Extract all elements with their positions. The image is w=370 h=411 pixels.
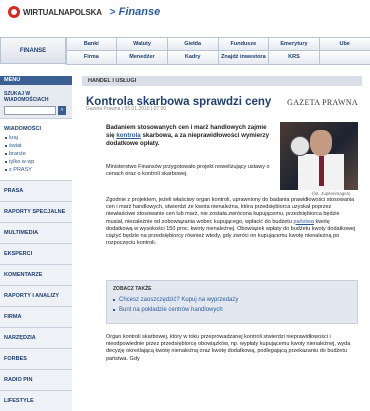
- source-logo[interactable]: GAZETA PRAWNA: [287, 98, 358, 107]
- menu-header: MENU: [0, 76, 72, 85]
- keyword-link[interactable]: kontrola: [116, 132, 140, 139]
- nav-grid: Banki Waluty Giełda Fundusze Emerytury U…: [65, 36, 370, 65]
- sidebar-item-swiat[interactable]: świat: [0, 142, 72, 150]
- see-also-box: ZOBACZ TAKŻE Chcesz zaoszczędzić? Kupuj …: [106, 280, 358, 324]
- site-logo[interactable]: WIRTUALNAPOLSKA > Finanse: [8, 6, 160, 18]
- sidebar-link-raporty-analizy[interactable]: RAPORTY I ANALIZY: [0, 285, 72, 306]
- search-label: SZUKAJ W WIADOMOŚCIACH: [4, 91, 49, 103]
- sidebar-link-komentarze[interactable]: KOMENTARZE: [0, 264, 72, 285]
- sidebar-link-raporty-specjalne[interactable]: RAPORTY SPECJALNE: [0, 201, 72, 222]
- nav-firma[interactable]: Firma: [65, 50, 118, 65]
- see-also-link[interactable]: Bunt na pokładzie centrów handlowych: [107, 305, 357, 315]
- brand-name: WIRTUALNAPOLSKA: [23, 7, 102, 17]
- article-paragraph: Organ kontroli skarbowej, który w toku p…: [106, 334, 351, 362]
- top-header: WIRTUALNAPOLSKA > Finanse: [0, 0, 370, 30]
- search-input[interactable]: [4, 106, 56, 115]
- nav-empty: [318, 50, 370, 65]
- sidebar-item-tylko-w-wp[interactable]: tylko w wp: [0, 158, 72, 166]
- section-title[interactable]: Finanse: [119, 6, 161, 18]
- keyword-link[interactable]: państwa: [293, 219, 314, 225]
- see-also-link[interactable]: Chcesz zaoszczędzić? Kupuj na wyprzedaży: [107, 295, 357, 305]
- sidebar-item-kraj[interactable]: kraj: [0, 134, 72, 142]
- sidebar-item-z-prasy[interactable]: z PRASY: [0, 166, 72, 174]
- search-box: SZUKAJ W WIADOMOŚCIACH »: [0, 85, 72, 119]
- double-chevron-icon: >: [109, 6, 116, 18]
- sidebar-link-narzedzia[interactable]: NARZĘDZIA: [0, 327, 72, 348]
- article-paragraph: Ministerstwo Finansów przygotowało proje…: [106, 164, 270, 178]
- article: HANDEL I USŁUGI Kontrola skarbowa sprawd…: [82, 76, 362, 370]
- article-photo: [280, 122, 358, 190]
- nav-znajdz-inwestora[interactable]: Znajdź inwestora: [217, 50, 270, 65]
- sidebar-news-title[interactable]: WIADOMOŚCI: [0, 119, 72, 134]
- article-lead: Badaniem stosowanych cen i marż handlowy…: [106, 124, 270, 147]
- nav-kadry[interactable]: Kadry: [166, 50, 219, 65]
- main-nav: FINANSE Banki Waluty Giełda Fundusze Eme…: [0, 36, 370, 65]
- sidebar-link-firma[interactable]: FIRMA: [0, 306, 72, 327]
- sidebar-link-multimedia[interactable]: MULTIMEDIA: [0, 222, 72, 243]
- nav-waluty[interactable]: Waluty: [116, 36, 168, 51]
- sidebar-link-forbes[interactable]: FORBES: [0, 348, 72, 369]
- sidebar-link-eksperci[interactable]: EKSPERCI: [0, 243, 72, 264]
- article-meta: Gazeta Prawna | 05.01.2010 | 07:00: [86, 106, 167, 112]
- sidebar-link-radio-pin[interactable]: RADIO PIN: [0, 369, 72, 390]
- nav-gielda[interactable]: Giełda: [166, 36, 219, 51]
- nav-fundusze[interactable]: Fundusze: [217, 36, 270, 51]
- nav-menedzer[interactable]: Menedżer: [116, 50, 168, 65]
- nav-emerytury[interactable]: Emerytury: [268, 36, 320, 51]
- search-button[interactable]: »: [58, 106, 66, 115]
- nav-krs[interactable]: KRS: [268, 50, 320, 65]
- nav-finanse[interactable]: FINANSE: [0, 37, 66, 64]
- nav-banki[interactable]: Banki: [65, 36, 118, 51]
- sidebar-link-lifestyle[interactable]: LIFESTYLE: [0, 390, 72, 411]
- photo-caption: (fot. Jupiterimages): [312, 191, 351, 196]
- wp-logo-icon: [8, 6, 20, 18]
- category-bar[interactable]: HANDEL I USŁUGI: [82, 76, 362, 86]
- sidebar: MENU SZUKAJ W WIADOMOŚCIACH » WIADOMOŚCI…: [0, 76, 72, 411]
- nav-ube[interactable]: Ube: [318, 36, 370, 51]
- article-paragraph: Zgodnie z projektem, jeżeli właściwy org…: [106, 197, 356, 247]
- sidebar-link-prasa[interactable]: PRASA: [0, 180, 72, 201]
- sidebar-item-branze[interactable]: branże: [0, 150, 72, 158]
- see-also-title: ZOBACZ TAKŻE: [113, 286, 152, 292]
